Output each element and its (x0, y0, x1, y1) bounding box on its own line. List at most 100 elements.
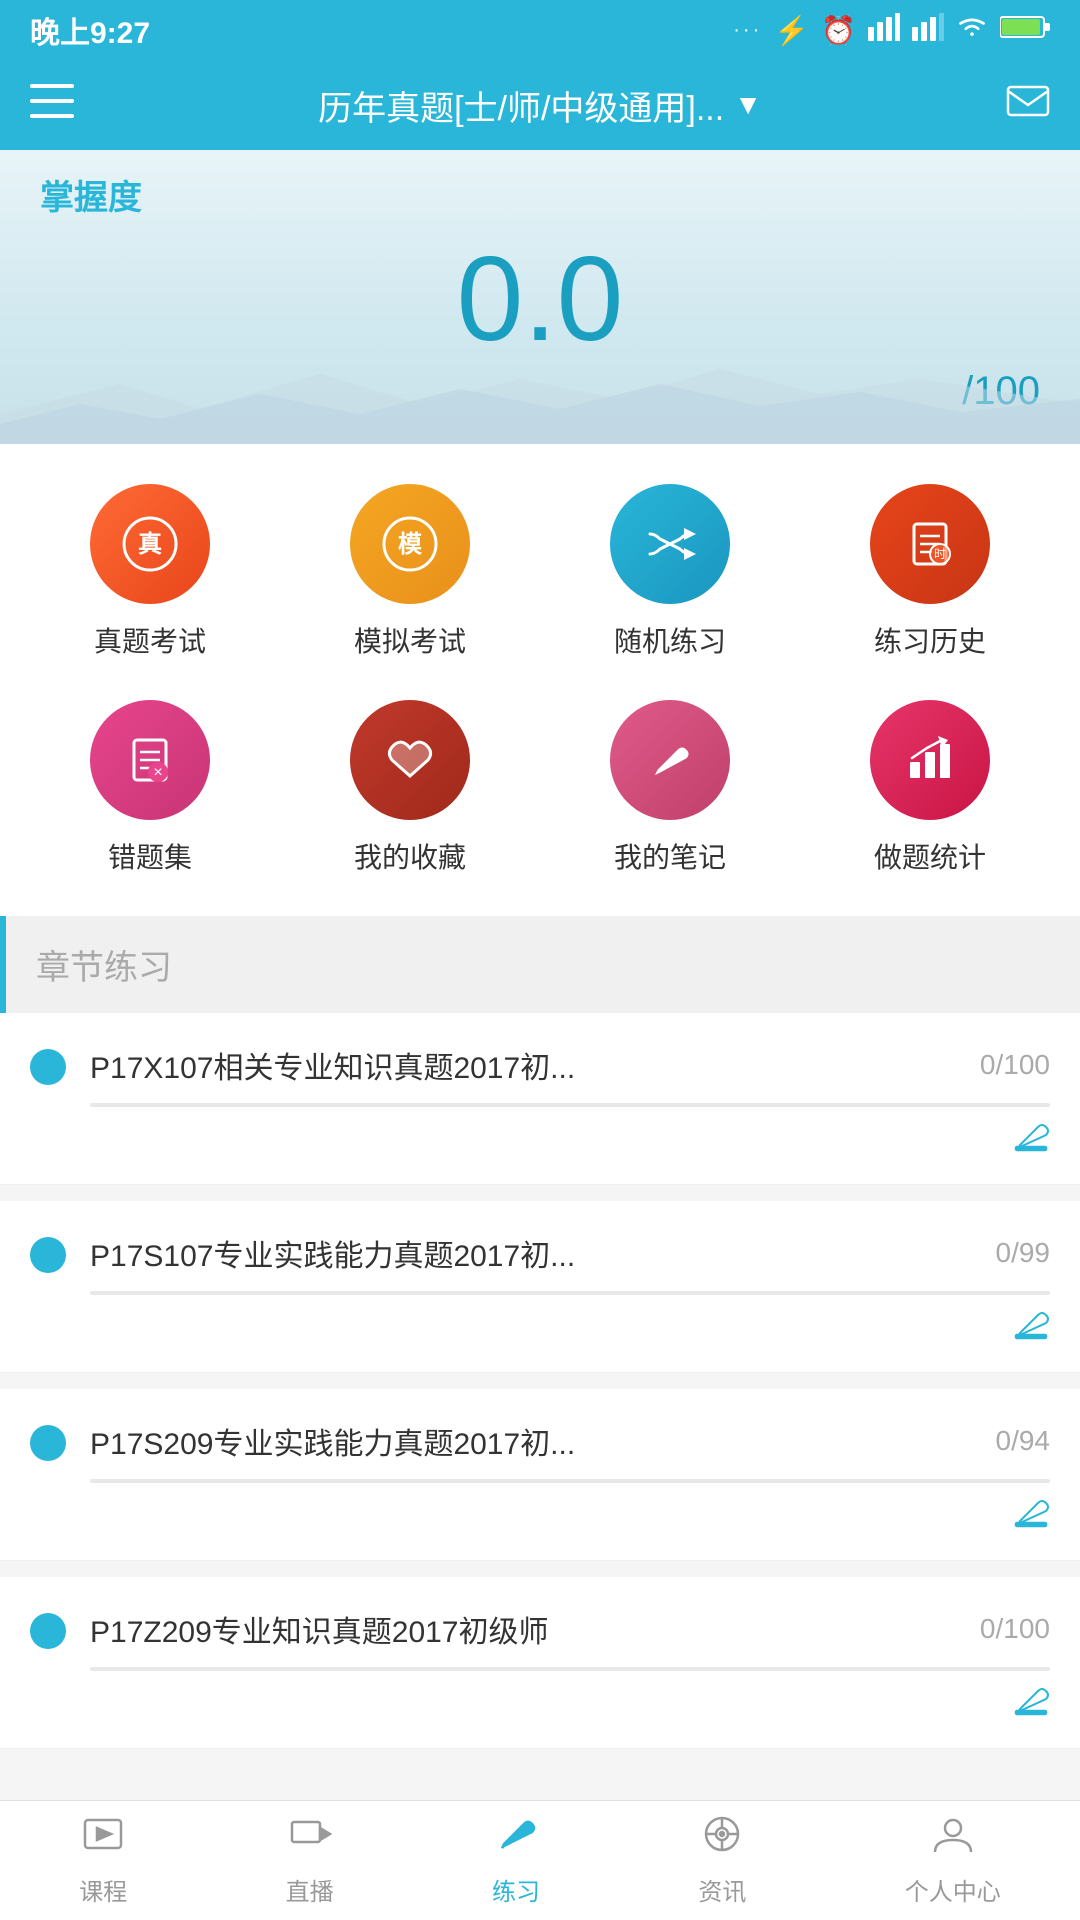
nav-news-label: 资讯 (698, 1872, 746, 1907)
status-bar: 晚上9:27 ··· ⚡ ⏰ (0, 0, 1080, 60)
edit-icon[interactable] (1012, 1305, 1050, 1352)
list-title: P17Z209专业知识真题2017初级师 (90, 1607, 960, 1651)
list-item[interactable]: P17S107专业实践能力真题2017初... 0/99 (0, 1201, 1080, 1373)
function-item-exam-mock[interactable]: 模 模拟考试 (350, 484, 470, 660)
nav-practice-label: 练习 (492, 1872, 540, 1907)
live-icon (288, 1814, 332, 1864)
list-score: 0/94 (996, 1425, 1051, 1457)
function-item-stats[interactable]: 做题统计 (870, 700, 990, 876)
nav-news[interactable]: 资讯 (698, 1814, 746, 1907)
list-item[interactable]: P17X107相关专业知识真题2017初... 0/100 (0, 1013, 1080, 1185)
nav-live[interactable]: 直播 (286, 1814, 334, 1907)
nav-live-label: 直播 (286, 1872, 334, 1907)
edit-icon[interactable] (1012, 1681, 1050, 1728)
random-icon (610, 484, 730, 604)
exam-mock-icon: 模 (350, 484, 470, 604)
favorite-label: 我的收藏 (354, 836, 466, 876)
profile-icon (931, 1814, 975, 1864)
list-edit-row (90, 1117, 1050, 1164)
list-content: P17Z209专业知识真题2017初级师 0/100 (90, 1607, 1050, 1728)
news-icon (700, 1814, 744, 1864)
dots-icon: ··· (733, 19, 762, 42)
history-label: 练习历史 (874, 620, 986, 660)
list-score: 0/100 (980, 1049, 1050, 1081)
wifi-icon (956, 13, 988, 48)
svg-text:×: × (153, 764, 162, 781)
list-progress (90, 1479, 1050, 1483)
svg-text:真: 真 (138, 530, 162, 558)
edit-icon[interactable] (1012, 1117, 1050, 1164)
chapter-section-title: 章节练习 (36, 940, 172, 989)
wrong-label: 错题集 (108, 836, 192, 876)
list-title-row: P17S209专业实践能力真题2017初... 0/94 (90, 1419, 1050, 1463)
notes-label: 我的笔记 (614, 836, 726, 876)
nav-profile[interactable]: 个人中心 (905, 1814, 1001, 1907)
function-item-exam-real[interactable]: 真 真题考试 (90, 484, 210, 660)
mountain-decoration (0, 364, 1080, 444)
notes-icon (610, 700, 730, 820)
exam-real-label: 真题考试 (94, 620, 206, 660)
list-title-row: P17X107相关专业知识真题2017初... 0/100 (90, 1043, 1050, 1087)
list-title: P17S209专业实践能力真题2017初... (90, 1419, 976, 1463)
menu-button[interactable] (30, 84, 74, 127)
list-dot (30, 1613, 66, 1649)
list-progress (90, 1667, 1050, 1671)
function-row-1: 真 真题考试 模 模拟考试 (20, 484, 1060, 660)
nav-course[interactable]: 课程 (79, 1814, 127, 1907)
stats-label: 做题统计 (874, 836, 986, 876)
list-title: P17X107相关专业知识真题2017初... (90, 1043, 960, 1087)
list-title-row: P17Z209专业知识真题2017初级师 0/100 (90, 1607, 1050, 1651)
function-row-2: × 错题集 我的收藏 我的笔记 (20, 700, 1060, 876)
function-item-favorite[interactable]: 我的收藏 (350, 700, 470, 876)
alarm-icon: ⏰ (821, 14, 856, 47)
signal-icon (868, 13, 900, 48)
function-item-wrong[interactable]: × 错题集 (90, 700, 210, 876)
chapter-section-header: 章节练习 (0, 916, 1080, 1013)
list-dot (30, 1425, 66, 1461)
exam-real-icon: 真 (90, 484, 210, 604)
score-label: 掌握度 (40, 170, 1040, 219)
exam-mock-label: 模拟考试 (354, 620, 466, 660)
list-progress (90, 1103, 1050, 1107)
course-icon (81, 1814, 125, 1864)
list-edit-row (90, 1493, 1050, 1540)
svg-text:时: 时 (934, 547, 946, 561)
list-dot (30, 1237, 66, 1273)
score-section: 掌握度 0.0 /100 (0, 150, 1080, 444)
list-item[interactable]: P17Z209专业知识真题2017初级师 0/100 (0, 1577, 1080, 1749)
list-content: P17S107专业实践能力真题2017初... 0/99 (90, 1231, 1050, 1352)
practice-icon (494, 1814, 538, 1864)
battery-icon (1000, 14, 1050, 47)
nav-practice[interactable]: 练习 (492, 1814, 540, 1907)
nav-profile-label: 个人中心 (905, 1872, 1001, 1907)
status-icons: ··· ⚡ ⏰ (733, 13, 1050, 48)
random-label: 随机练习 (614, 620, 726, 660)
mail-button[interactable] (1006, 83, 1050, 128)
header-title[interactable]: 历年真题[士/师/中级通用]... ▼ (318, 81, 762, 130)
svg-text:模: 模 (398, 531, 423, 558)
chapter-list: P17X107相关专业知识真题2017初... 0/100 (0, 1013, 1080, 1749)
function-item-notes[interactable]: 我的笔记 (610, 700, 730, 876)
list-progress (90, 1291, 1050, 1295)
list-score: 0/99 (996, 1237, 1051, 1269)
list-score: 0/100 (980, 1613, 1050, 1645)
signal2-icon (912, 13, 944, 48)
header: 历年真题[士/师/中级通用]... ▼ (0, 60, 1080, 150)
favorite-icon (350, 700, 470, 820)
list-item[interactable]: P17S209专业实践能力真题2017初... 0/94 (0, 1389, 1080, 1561)
list-dot (30, 1049, 66, 1085)
edit-icon[interactable] (1012, 1493, 1050, 1540)
list-title-row: P17S107专业实践能力真题2017初... 0/99 (90, 1231, 1050, 1275)
function-item-random[interactable]: 随机练习 (610, 484, 730, 660)
score-number: 0.0 (40, 239, 1040, 359)
bluetooth-icon: ⚡ (774, 14, 809, 47)
function-item-history[interactable]: 时 练习历史 (870, 484, 990, 660)
bottom-nav: 课程 直播 练习 (0, 1800, 1080, 1920)
history-icon: 时 (870, 484, 990, 604)
list-title: P17S107专业实践能力真题2017初... (90, 1231, 976, 1275)
dropdown-icon: ▼ (734, 89, 762, 121)
status-time: 晚上9:27 (30, 8, 150, 52)
list-edit-row (90, 1681, 1050, 1728)
list-edit-row (90, 1305, 1050, 1352)
nav-course-label: 课程 (79, 1872, 127, 1907)
